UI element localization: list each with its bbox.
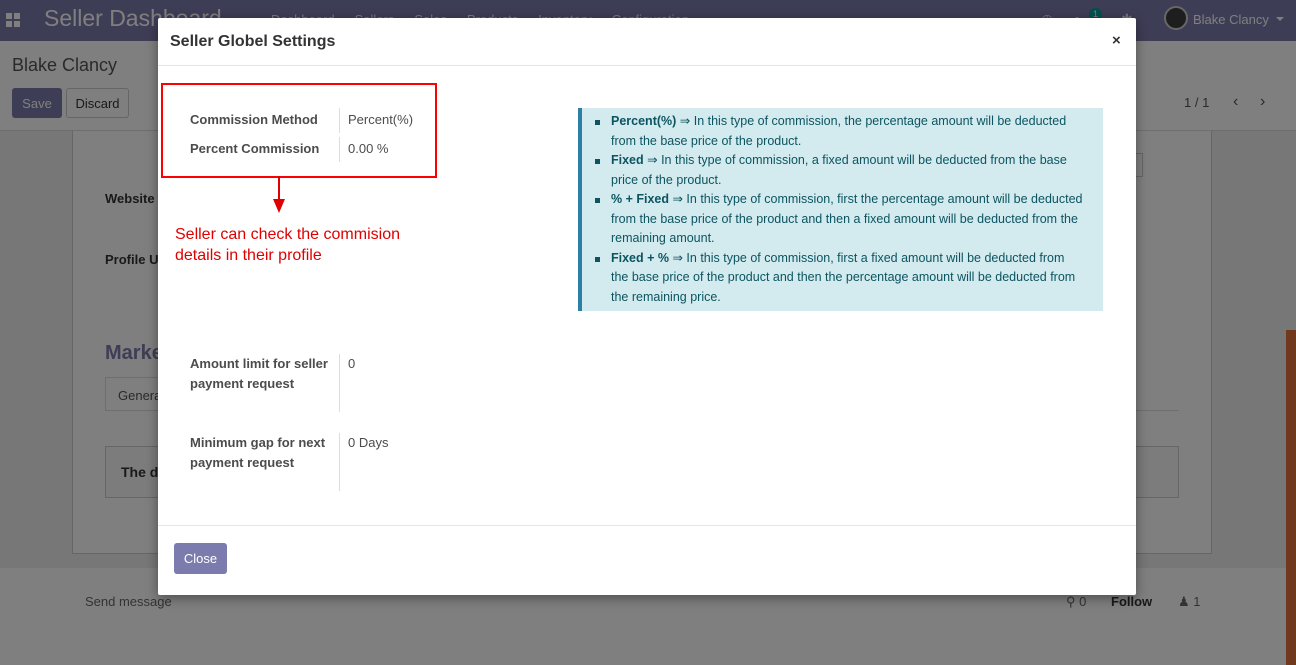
info-item: Fixed + % ⇒ In this type of commission, … (594, 249, 1085, 308)
amount-limit-value: 0 (348, 356, 356, 371)
info-term: Percent(%) (611, 114, 677, 128)
close-button[interactable]: Close (174, 543, 227, 574)
modal-footer: Close (158, 525, 1136, 595)
field-divider (339, 433, 340, 491)
minimum-gap-label: Minimum gap for next payment request (190, 435, 326, 470)
amount-limit-label: Amount limit for seller payment request (190, 356, 328, 391)
annotation-highlight-box (161, 83, 437, 178)
annotation-arrow (278, 176, 280, 200)
modal-header: Seller Globel Settings × (158, 18, 1136, 66)
modal-title: Seller Globel Settings (170, 33, 336, 50)
minimum-gap-value: 0 Days (348, 435, 389, 450)
info-term: % + Fixed (611, 192, 670, 206)
info-text: ⇒ In this type of commission, the percen… (611, 114, 1067, 148)
info-text: ⇒ In this type of commission, first the … (611, 192, 1083, 245)
info-text: ⇒ In this type of commission, first a fi… (611, 250, 1076, 304)
annotation-arrow-head-icon (273, 199, 285, 213)
close-icon[interactable]: × (1112, 32, 1121, 49)
info-text: ⇒ In this type of commission, a fixed am… (611, 153, 1067, 187)
info-item: Fixed ⇒ In this type of commission, a fi… (594, 151, 1085, 190)
annotation-text: Seller can check the commision details i… (175, 226, 400, 264)
info-term: Fixed + % (611, 250, 670, 265)
info-item: % + Fixed ⇒ In this type of commission, … (594, 190, 1085, 249)
info-term: Fixed (611, 153, 644, 167)
info-item: Percent(%) ⇒ In this type of commission,… (594, 112, 1085, 151)
field-divider (339, 354, 340, 412)
commission-info-box: Percent(%) ⇒ In this type of commission,… (578, 108, 1103, 311)
settings-modal: Seller Globel Settings × Commission Meth… (158, 18, 1136, 595)
